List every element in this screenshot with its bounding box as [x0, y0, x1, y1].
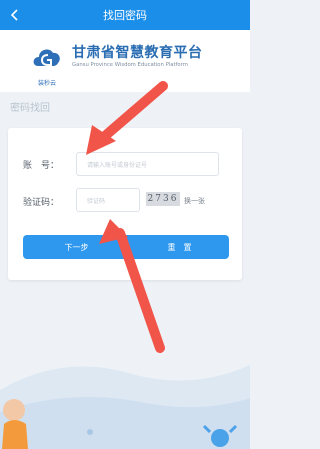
- red-arrow-annotation-top: [86, 81, 168, 155]
- red-arrow-annotation-bottom: [99, 219, 165, 353]
- background-decoration: [0, 81, 250, 449]
- left-cartoon-figure: [2, 399, 28, 449]
- sparkle-icon: [87, 429, 93, 435]
